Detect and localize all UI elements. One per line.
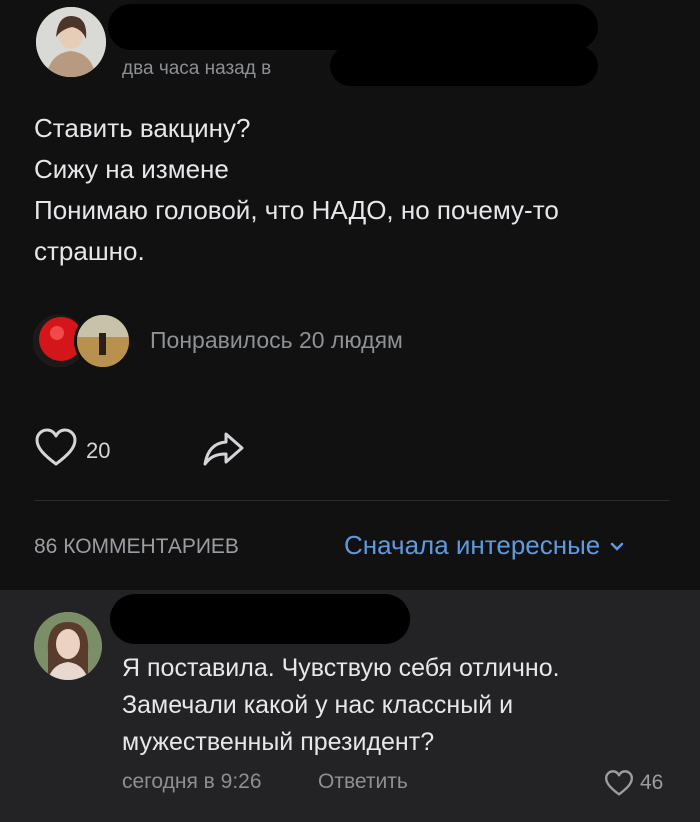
comment-text-line: мужественный президент? — [122, 728, 435, 756]
heart-outline-icon — [35, 428, 77, 466]
liker-avatar[interactable] — [74, 312, 132, 370]
post-text-line: Ставить вакцину? — [34, 113, 251, 143]
comment-time: сегодня в 9:26 — [122, 770, 262, 793]
post-text: Ставить вакцину? Сижу на измене Понимаю … — [34, 108, 674, 272]
liked-by-text[interactable]: Понравилось 20 людям — [150, 327, 403, 354]
sort-comments-button[interactable]: Сначала интересные — [344, 530, 624, 561]
redacted-name — [108, 4, 598, 50]
comments-count: 86 КОММЕНТАРИЕВ — [34, 535, 239, 558]
commenter-avatar[interactable] — [34, 612, 102, 680]
redacted-commenter-name — [110, 594, 410, 644]
redacted-time — [330, 46, 598, 86]
share-arrow-icon — [203, 432, 244, 466]
like-button[interactable]: 20 — [34, 428, 144, 472]
comment-text-line: Я поставила. Чувствую себя отлично. — [122, 654, 560, 682]
reply-button[interactable]: Ответить — [318, 770, 408, 794]
likers-avatars[interactable] — [30, 310, 140, 370]
post-text-line: Понимаю головой, что НАДО, но почему-то — [34, 195, 559, 225]
comment-like-button[interactable]: 46 — [604, 768, 674, 798]
comment-text-line: Замечали какой у нас классный и — [122, 691, 514, 719]
comment-item: Я поставила. Чувствую себя отлично. Заме… — [0, 590, 700, 822]
sort-label: Сначала интересные — [344, 530, 601, 560]
post-card: два часа назад в Ставить вакцину? Сижу н… — [0, 0, 700, 590]
share-button[interactable] — [202, 428, 246, 472]
post-text-line: Сижу на измене — [34, 154, 229, 184]
chevron-down-icon — [611, 542, 624, 551]
post-author-avatar[interactable] — [36, 7, 106, 77]
like-count: 20 — [86, 438, 111, 463]
comment-like-count: 46 — [640, 771, 664, 794]
heart-outline-icon — [604, 770, 634, 796]
post-time: два часа назад в — [122, 58, 272, 79]
screen: два часа назад в Ставить вакцину? Сижу н… — [0, 0, 700, 822]
post-text-line: страшно. — [34, 236, 145, 266]
comment-text: Я поставила. Чувствую себя отлично. Заме… — [122, 650, 682, 761]
divider — [34, 500, 670, 501]
